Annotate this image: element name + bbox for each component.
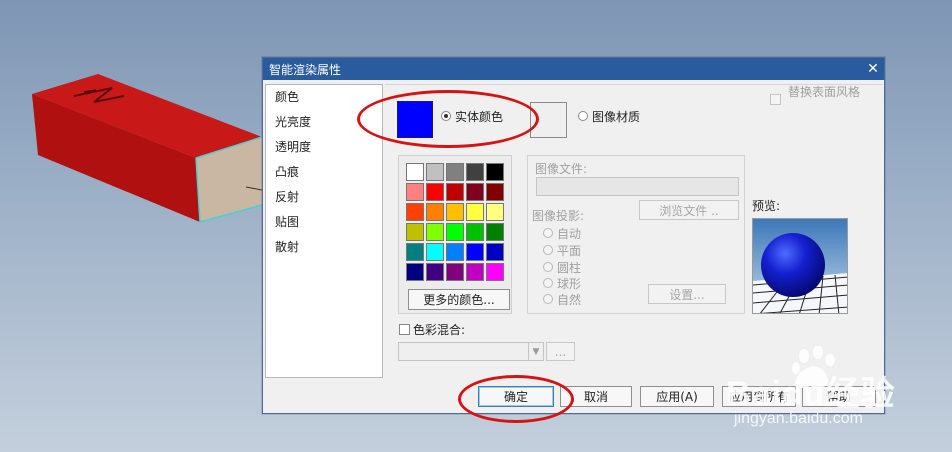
cancel-button[interactable]: 取消 [560,386,632,407]
help-button[interactable]: 帮助 [802,386,876,407]
palette-color-cell[interactable] [466,163,484,181]
smart-render-properties-dialog: 智能渲染属性 ✕ 颜色 光亮度 透明度 凸痕 反射 贴图 散射 实体颜色 图像材… [262,57,885,414]
category-item-reflection[interactable]: 反射 [266,185,382,210]
palette-color-cell[interactable] [486,163,504,181]
category-item-bump[interactable]: 凸痕 [266,160,382,185]
apply-button[interactable]: 应用(A) [640,386,714,407]
replace-surface-style-checkbox[interactable] [770,94,781,105]
palette-color-cell[interactable] [426,223,444,241]
color-settings-panel: 实体颜色 图像材质 替换表面风格 更多的颜色... 图像文件: 浏览文件 .. … [385,84,883,378]
color-blend-select[interactable]: ▼ [398,342,544,361]
palette-color-cell[interactable] [446,223,464,241]
browse-file-button[interactable]: 浏览文件 .. [639,200,739,220]
palette-color-cell[interactable] [426,243,444,261]
preview-label: 预览: [752,199,781,213]
image-material-radio[interactable] [578,111,588,121]
palette-color-cell[interactable] [486,263,504,281]
color-blend-more-button[interactable]: ... [546,342,575,361]
image-file-path-field[interactable] [536,177,739,196]
palette-color-cell[interactable] [406,203,424,221]
solid-color-radio[interactable] [441,111,451,121]
category-item-color[interactable]: 颜色 [266,85,382,110]
dialog-button-bar: 确定 取消 应用(A) 应用到所有 帮助 [263,378,884,412]
palette-color-cell[interactable] [486,223,504,241]
palette-color-cell[interactable] [446,263,464,281]
color-blend-checkbox[interactable] [399,324,410,335]
projection-cylinder-radio[interactable] [543,262,553,272]
projection-plane-label: 平面 [557,244,582,258]
image-file-group: 图像文件: 浏览文件 .. 图像投影: 自动 平面 圆柱 球形 自然 设置... [527,155,745,314]
projection-sphere-radio[interactable] [543,278,553,288]
palette-color-cell[interactable] [466,223,484,241]
image-projection-label: 图像投影: [532,209,585,223]
category-item-transparency[interactable]: 透明度 [266,135,382,160]
palette-color-cell[interactable] [406,263,424,281]
projection-natural-radio[interactable] [543,294,553,304]
projection-sphere-label: 球形 [557,277,582,291]
material-preview [752,218,848,314]
apply-to-all-button[interactable]: 应用到所有 [722,386,796,407]
dialog-title: 智能渲染属性 [269,62,342,77]
palette-color-cell[interactable] [466,203,484,221]
palette-color-cell[interactable] [486,183,504,201]
palette-color-cell[interactable] [446,183,464,201]
projection-settings-button[interactable]: 设置... [648,284,726,304]
projection-natural-label: 自然 [557,293,582,307]
palette-color-cell[interactable] [426,183,444,201]
preview-sphere-image [753,219,847,313]
ok-button[interactable]: 确定 [478,386,554,407]
image-material-swatch[interactable] [530,102,567,138]
palette-color-cell[interactable] [406,163,424,181]
palette-color-cell[interactable] [406,243,424,261]
palette-color-cell[interactable] [466,183,484,201]
projection-auto-label: 自动 [557,227,582,241]
projection-cylinder-label: 圆柱 [557,261,582,275]
replace-surface-style-label: 替换表面风格 [788,85,861,99]
palette-color-cell[interactable] [426,203,444,221]
image-file-label: 图像文件: [535,162,588,176]
palette-color-cell[interactable] [446,163,464,181]
palette-color-cell[interactable] [406,223,424,241]
category-item-texture[interactable]: 贴图 [266,210,382,235]
color-palette [406,163,508,281]
close-icon[interactable]: ✕ [862,58,884,80]
palette-color-cell[interactable] [486,203,504,221]
color-blend-label: 色彩混合: [413,323,466,337]
more-colors-button[interactable]: 更多的颜色... [408,289,510,310]
category-item-scatter[interactable]: 散射 [266,235,382,260]
chevron-down-icon[interactable]: ▼ [528,343,543,360]
palette-color-cell[interactable] [466,263,484,281]
projection-plane-radio[interactable] [543,245,553,255]
palette-color-cell[interactable] [426,163,444,181]
current-color-swatch[interactable] [397,101,433,138]
solid-color-label: 实体颜色 [455,110,504,124]
palette-color-cell[interactable] [466,243,484,261]
projection-auto-radio[interactable] [543,228,553,238]
property-category-list: 颜色 光亮度 透明度 凸痕 反射 贴图 散射 [265,84,383,378]
palette-color-cell[interactable] [406,183,424,201]
dialog-titlebar[interactable]: 智能渲染属性 ✕ [263,58,884,80]
palette-color-cell[interactable] [486,243,504,261]
palette-color-cell[interactable] [426,263,444,281]
palette-color-cell[interactable] [446,203,464,221]
palette-color-cell[interactable] [446,243,464,261]
category-item-gloss[interactable]: 光亮度 [266,110,382,135]
color-palette-group: 更多的颜色... [398,155,512,314]
image-material-label: 图像材质 [592,110,641,124]
